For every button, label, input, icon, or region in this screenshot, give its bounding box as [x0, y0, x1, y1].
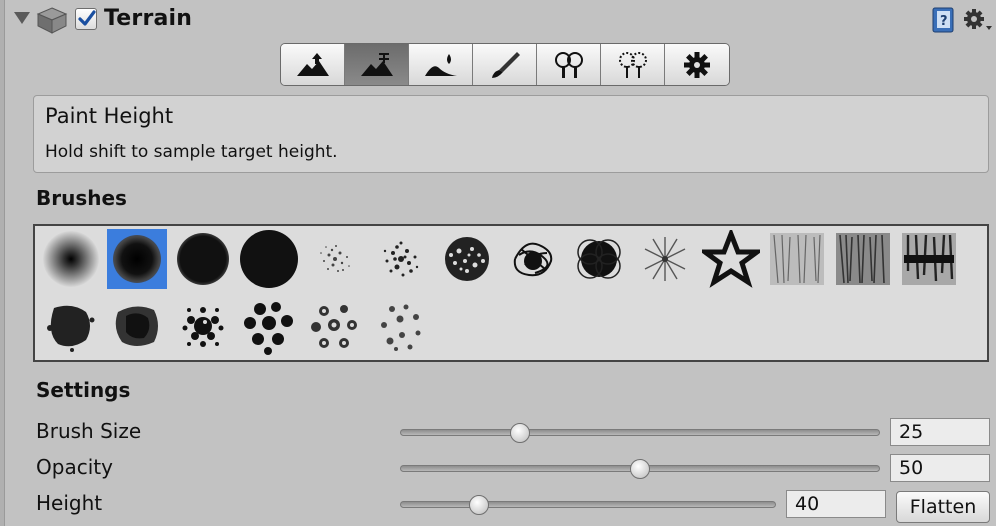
brush-item[interactable] [107, 296, 167, 356]
terrain-cube-icon [36, 7, 68, 34]
flatten-button[interactable]: Flatten [896, 491, 990, 523]
help-book-icon[interactable]: ? [930, 6, 958, 34]
height-slider-thumb[interactable] [468, 495, 489, 515]
brush-size-label: Brush Size [36, 419, 142, 443]
brush-item[interactable] [239, 229, 299, 289]
paint-height-icon [360, 52, 393, 76]
settings-heading: Settings [36, 378, 131, 402]
raise-lower-terrain-button[interactable] [281, 44, 345, 85]
smooth-height-button[interactable] [409, 44, 473, 85]
paint-height-button[interactable] [345, 44, 409, 85]
opacity-label: Opacity [36, 455, 113, 479]
brush-size-slider-thumb[interactable] [510, 423, 530, 443]
brush-item[interactable] [305, 229, 365, 289]
brush-item[interactable] [635, 229, 695, 289]
brush-item[interactable] [41, 229, 101, 289]
gear-icon[interactable] [962, 6, 994, 34]
brush-item[interactable] [701, 229, 761, 289]
paint-texture-icon [491, 51, 520, 78]
terrain-settings-icon [684, 51, 710, 78]
opacity-field[interactable]: 50 [890, 454, 990, 482]
brush-item[interactable] [371, 296, 431, 356]
svg-text:?: ? [940, 14, 948, 29]
terrain-inspector-header: Terrain ? [0, 0, 996, 40]
brush-item[interactable] [371, 229, 431, 289]
brushes-heading: Brushes [36, 186, 127, 210]
brush-grid [33, 224, 989, 362]
paint-details-button[interactable] [601, 44, 665, 85]
component-title: Terrain [104, 6, 193, 31]
brush-item[interactable] [239, 296, 299, 356]
brush-item[interactable] [569, 229, 629, 289]
tool-help-box: Paint Height Hold shift to sample target… [33, 95, 989, 173]
terrain-settings-button[interactable] [665, 44, 729, 85]
height-field[interactable]: 40 [786, 490, 886, 518]
help-title: Paint Height [45, 104, 174, 128]
brush-item[interactable] [173, 296, 233, 356]
height-label: Height [36, 491, 103, 515]
brush-size-slider[interactable] [400, 429, 880, 436]
paint-details-icon [618, 51, 647, 78]
left-edge [0, 0, 5, 526]
brush-item[interactable] [899, 229, 959, 289]
enabled-checkbox[interactable] [75, 8, 97, 30]
brush-item[interactable] [767, 229, 827, 289]
paint-texture-button[interactable] [473, 44, 537, 85]
smooth-height-icon [424, 53, 457, 76]
raise-lower-terrain-icon [296, 52, 329, 76]
help-text: Hold shift to sample target height. [45, 142, 338, 162]
brush-item[interactable] [503, 229, 563, 289]
place-trees-icon [554, 51, 583, 78]
opacity-slider-thumb[interactable] [630, 459, 650, 479]
brush-item[interactable] [41, 296, 101, 356]
height-slider[interactable] [400, 501, 776, 508]
brush-item[interactable] [305, 296, 365, 356]
brush-item[interactable] [173, 229, 233, 289]
brush-size-field[interactable]: 25 [890, 418, 990, 446]
brush-item[interactable] [833, 229, 893, 289]
brush-item-selected[interactable] [107, 229, 167, 289]
foldout-arrow-icon[interactable] [14, 12, 30, 24]
brush-item[interactable] [437, 229, 497, 289]
terrain-tool-toolbar [280, 43, 730, 86]
place-trees-button[interactable] [537, 44, 601, 85]
